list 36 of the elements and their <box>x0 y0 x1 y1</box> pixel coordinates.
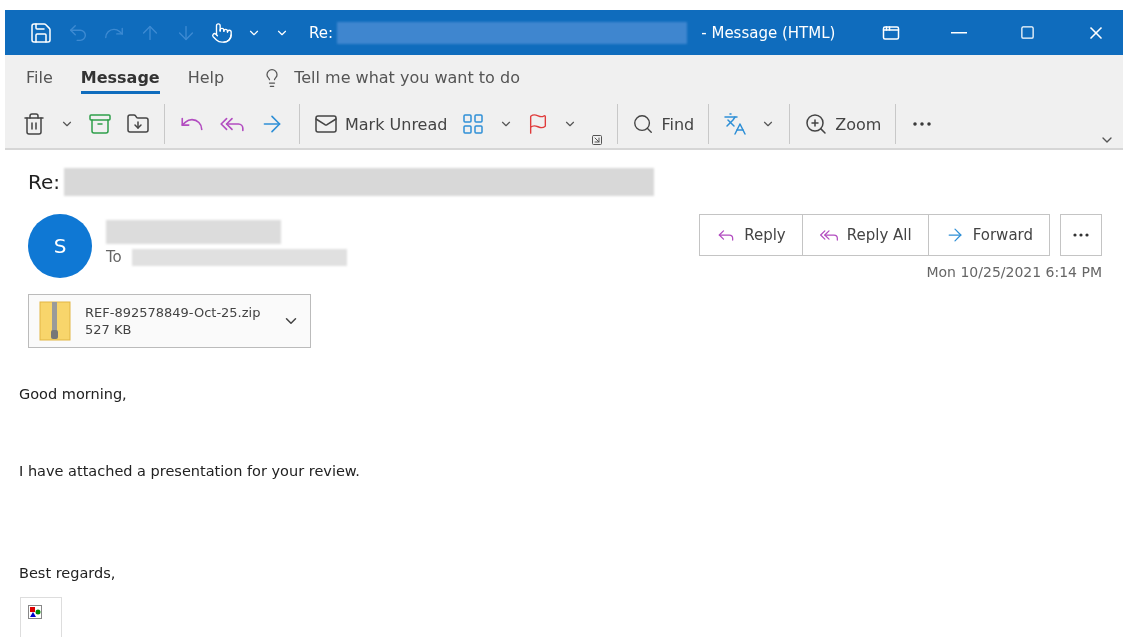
maximize-icon <box>1019 25 1035 40</box>
zoom-button[interactable]: Zoom <box>804 112 882 136</box>
more-icon <box>1073 233 1089 237</box>
avatar: S <box>28 214 92 278</box>
ribbon-tab[interactable]: Message <box>80 61 160 94</box>
sent-date: Mon 10/25/2021 6:14 PM <box>926 264 1102 280</box>
save-icon[interactable] <box>29 20 53 45</box>
minimize-icon <box>951 31 967 34</box>
broken-image-icon <box>28 605 42 619</box>
ribbon-tab[interactable]: File <box>26 61 53 94</box>
magnifier-icon <box>804 112 829 136</box>
zip-folder-icon <box>39 301 71 341</box>
attachment-card[interactable]: REF-892578849-Oct-25.zip 527 KB <box>28 294 311 348</box>
move-icon[interactable] <box>126 112 150 136</box>
mark-unread-button[interactable]: Mark Unread <box>314 112 448 136</box>
attachment-size: 527 KB <box>85 322 133 337</box>
categorize-icon[interactable] <box>461 112 486 136</box>
delete-icon[interactable] <box>22 112 46 136</box>
ribbon-tab[interactable]: Help <box>187 61 225 94</box>
envelope-icon <box>314 112 338 136</box>
touch-icon[interactable] <box>211 21 233 44</box>
body-text: Best regards, <box>19 565 117 581</box>
body-text: I have attached a presentation for your review. <box>19 463 361 479</box>
window-title: Re: <box>309 23 334 42</box>
body-text: Good morning, <box>19 386 128 402</box>
archive-icon[interactable] <box>88 112 112 136</box>
to-label: To <box>106 248 122 266</box>
window-icon <box>881 23 900 42</box>
window-title: - Message (HTML) <box>701 23 836 42</box>
attachment-name: REF-892578849-Oct-25.zip <box>85 305 261 320</box>
tell-me-field[interactable]: Tell me what you want to do <box>292 67 557 88</box>
find-button[interactable]: Find <box>632 113 695 135</box>
expand-icon[interactable] <box>591 134 604 146</box>
translate-icon[interactable] <box>723 112 748 136</box>
subject: Re: <box>28 170 61 194</box>
search-icon <box>632 113 655 135</box>
